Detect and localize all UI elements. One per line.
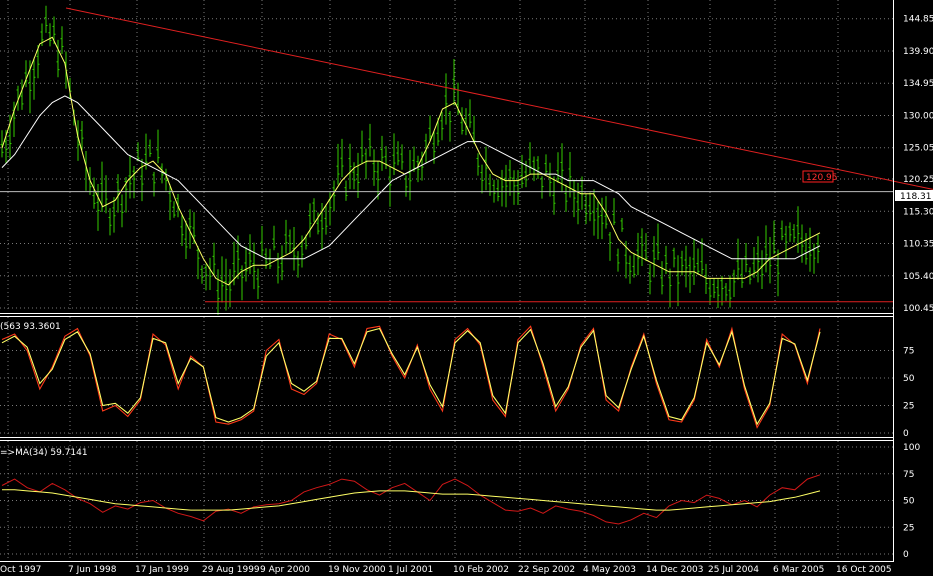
stochastic-label: (563 93.3601 [0, 322, 61, 332]
indicator-tick-label: 75 [903, 470, 914, 480]
chart-canvas: (563 93.3601 =>MA(34) 59.7141 144.85 139.… [0, 0, 933, 576]
stochastic-tick-label: 75 [903, 347, 914, 357]
current-price-text: 118.31 [900, 192, 932, 202]
stochastic-tick-label: 25 [903, 402, 914, 412]
price-tick-label: 110.35 [903, 240, 933, 250]
price-tick-label: 139.90 [903, 47, 933, 57]
indicator-tick-label: 100 [903, 443, 920, 453]
trendline-badge-text: 120.95 [806, 173, 838, 183]
price-tick-label: 130.00 [903, 111, 933, 121]
price-tick-label: 125.05 [903, 144, 933, 154]
x-tick-label: 19 Nov 2000 [328, 565, 386, 575]
x-tick-label: 9 Apr 2000 [260, 565, 310, 575]
x-tick-label: 14 Dec 2003 [646, 565, 704, 575]
price-tick-label: 144.85 [903, 15, 933, 25]
current-price-badge: 118.31 [895, 190, 933, 202]
stochastic-tick-label: 0 [903, 429, 909, 439]
x-tick-label: 16 Oct 2005 [836, 565, 892, 575]
x-tick-label: 17 Jan 1999 [135, 565, 189, 575]
price-tick-label: 120.25 [903, 175, 933, 185]
x-tick-label: 6 Mar 2005 [773, 565, 824, 575]
price-tick-label: 105.40 [903, 272, 933, 282]
indicator-tick-label: 50 [903, 497, 915, 507]
price-tick-label: 100.45 [903, 304, 933, 314]
x-tick-label: 1 Jul 2001 [388, 565, 433, 575]
x-tick-label: 10 Feb 2002 [453, 565, 509, 575]
x-tick-label: 7 Jun 1998 [68, 565, 117, 575]
stochastic-tick-label: 50 [903, 374, 915, 384]
x-tick-label: 25 Jul 2004 [708, 565, 759, 575]
x-tick-label: 22 Sep 2002 [518, 565, 575, 575]
x-tick-label: Oct 1997 [0, 565, 41, 575]
price-tick-label: 115.30 [903, 207, 933, 217]
indicator-label: =>MA(34) 59.7141 [0, 448, 88, 458]
trendline-price-badge: 120.95 [802, 170, 838, 183]
indicator-tick-label: 25 [903, 523, 914, 533]
x-tick-label: 4 May 2003 [583, 565, 636, 575]
price-tick-label: 134.95 [903, 79, 933, 89]
indicator-tick-label: 0 [903, 550, 909, 560]
x-tick-label: 29 Aug 1999 [202, 565, 260, 575]
